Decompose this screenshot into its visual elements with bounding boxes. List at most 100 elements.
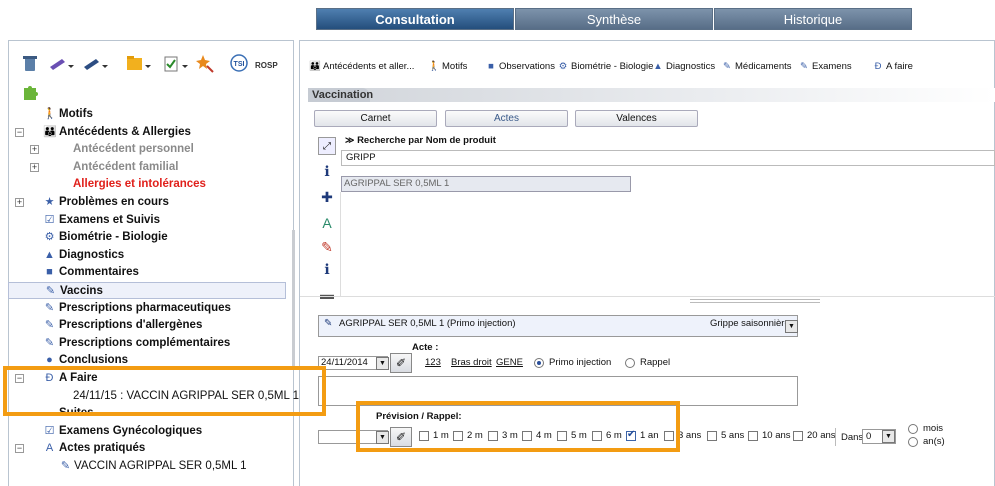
interval-checkbox[interactable] xyxy=(793,431,803,441)
tsi-icon[interactable]: TSI xyxy=(229,53,251,75)
toolbar-button[interactable]: ✎ Examens xyxy=(798,60,852,74)
toolbar-button[interactable]: ▲ Diagnostics xyxy=(652,60,715,74)
radio-mois[interactable] xyxy=(908,424,918,434)
examens-icon: ✎ xyxy=(800,61,808,72)
tree-item[interactable]: ☑ Examens et Suivis xyxy=(8,212,286,229)
navigation-tree: 🚶 Motifs − 👪 Antécédents & Allergies + Antécéd… xyxy=(8,106,299,486)
collapse-icon[interactable]: − xyxy=(15,127,24,137)
radio-ans-label: an(s) xyxy=(923,436,945,447)
tree-item[interactable]: + Antécédent personnel xyxy=(8,141,286,158)
toolbar-button[interactable]: 👪 Antécédents et aller... xyxy=(309,60,414,74)
star-magic-icon[interactable] xyxy=(194,53,216,75)
toolbar-button[interactable]: ■ Observations xyxy=(485,60,555,74)
rosp-icon[interactable]: ROSP xyxy=(255,61,278,70)
toolbar-button[interactable]: 🚶 Motifs xyxy=(428,60,467,74)
info-detail-icon[interactable]: ℹ xyxy=(318,260,336,278)
search-title: ≫ Recherche par Nom de produit xyxy=(345,135,496,146)
radio-ans[interactable] xyxy=(908,437,918,447)
pen-blue-icon[interactable] xyxy=(48,53,74,75)
search-input[interactable]: GRIPP xyxy=(341,150,995,166)
acte-location[interactable]: Bras droit xyxy=(451,357,492,368)
splitter-handle[interactable] xyxy=(690,299,820,303)
tab-consultation[interactable]: Consultation xyxy=(316,8,514,30)
left-scrollbar[interactable] xyxy=(292,230,295,370)
chevron-down-icon[interactable]: ▼ xyxy=(785,320,798,333)
tree-item[interactable]: 🚶 Motifs xyxy=(8,106,286,123)
tree-item[interactable]: ▲ Diagnostics xyxy=(8,247,286,264)
collapse-icon[interactable]: − xyxy=(15,444,24,454)
dans-select[interactable]: 0 ▼ xyxy=(862,429,896,444)
tree-item[interactable]: + Antécédent familial xyxy=(8,159,286,176)
tab-historique[interactable]: Historique xyxy=(714,8,912,30)
toolbar-button[interactable]: Ð A faire xyxy=(872,60,913,74)
tree-item[interactable]: ✎ Vaccins xyxy=(8,282,286,299)
interval-checkbox[interactable] xyxy=(707,431,717,441)
tree-item-label: Diagnostics xyxy=(59,248,125,261)
result-item[interactable]: AGRIPPAL SER 0,5ML 1 xyxy=(341,176,631,192)
product-select[interactable]: ✎ AGRIPPAL SER 0,5ML 1 (Primo injection)… xyxy=(318,315,798,337)
expand-icon[interactable]: + xyxy=(30,145,39,155)
actes-button[interactable]: Actes xyxy=(445,110,568,127)
tree-item-label: VACCIN AGRIPPAL SER 0,5ML 1 xyxy=(74,460,247,472)
checklist-icon[interactable] xyxy=(162,53,188,75)
toolbar-button-label: Motifs xyxy=(442,61,468,72)
info-icon[interactable]: ℹ xyxy=(318,162,336,180)
chevron-down-icon[interactable]: ≫ xyxy=(345,135,354,145)
trash-icon[interactable] xyxy=(20,53,42,75)
tree-item[interactable]: − A Actes pratiqués xyxy=(8,440,286,457)
chevron-down-icon[interactable]: ▼ xyxy=(376,357,389,370)
acte-code[interactable]: 123 xyxy=(425,357,441,368)
expand-icon[interactable]: ⤢ xyxy=(318,137,336,155)
more-icon[interactable]: ▬ xyxy=(318,285,336,303)
acte-icon[interactable]: A xyxy=(318,214,336,232)
vaccine-small-icon: ✎ xyxy=(60,460,71,472)
biometrie-icon: ⚙ xyxy=(44,231,55,244)
eraser-icon[interactable]: ✐ xyxy=(390,353,412,373)
radio-primo-injection[interactable] xyxy=(534,358,544,368)
search-title-label: Recherche par Nom de produit xyxy=(357,135,496,146)
carnet-button[interactable]: Carnet xyxy=(314,110,437,127)
tree-item[interactable]: + ★ Problèmes en cours xyxy=(8,194,286,211)
toolbar-button[interactable]: ✎ Médicaments xyxy=(721,60,791,74)
complementary-icon: ✎ xyxy=(44,336,55,349)
interval-checkbox[interactable] xyxy=(748,431,758,441)
tab-synthese[interactable]: Synthèse xyxy=(515,8,713,30)
vaccine-icon: ✎ xyxy=(45,285,56,297)
product-category: Grippe saisonnière xyxy=(710,318,790,329)
tree-item[interactable]: ⚙ Biométrie - Biologie xyxy=(8,229,286,246)
valences-button[interactable]: Valences xyxy=(575,110,698,127)
gyneco-icon: ☑ xyxy=(44,424,55,437)
observations-icon: ■ xyxy=(488,61,494,72)
toolbar-button-label: Biométrie - Biologie xyxy=(571,61,654,72)
tree-item[interactable]: ✎ Prescriptions pharmaceutiques xyxy=(8,300,286,317)
tree-item[interactable]: − 👪 Antécédents & Allergies xyxy=(8,124,286,141)
tree-item[interactable]: Allergies et intolérances xyxy=(8,176,286,193)
toolbar-button[interactable]: ⚙ Biométrie - Biologie xyxy=(557,60,654,74)
vaccination-header-bar xyxy=(308,88,995,102)
tree-item-label: Antécédent personnel xyxy=(73,143,194,156)
results-list xyxy=(340,192,995,296)
chevron-down-icon[interactable]: ▼ xyxy=(882,430,895,443)
expand-icon[interactable]: + xyxy=(30,162,39,172)
tree-item[interactable]: ✎ Prescriptions d'allergènes xyxy=(8,317,286,334)
pen-dark-icon[interactable] xyxy=(82,53,108,75)
antecedents-icon: 👪 xyxy=(309,61,321,72)
expand-icon[interactable]: + xyxy=(15,198,24,207)
tree-item-label: Examens et Suivis xyxy=(59,213,160,226)
tree-item[interactable]: ✎ VACCIN AGRIPPAL SER 0,5ML 1 xyxy=(8,458,286,475)
vaccination-header: Vaccination xyxy=(308,88,373,102)
puzzle-icon[interactable] xyxy=(21,82,43,104)
schedule-icon[interactable]: ✎ xyxy=(318,238,336,256)
add-icon[interactable]: ✚ xyxy=(318,188,336,206)
tree-item[interactable]: ✎ Prescriptions complémentaires xyxy=(8,335,286,352)
radio-rappel[interactable] xyxy=(625,358,635,368)
dans-label: Dans xyxy=(841,432,864,443)
acte-label: Acte : xyxy=(412,342,439,353)
acte-gene[interactable]: GENE xyxy=(496,357,523,368)
dans-value: 0 xyxy=(866,431,872,442)
folder-icon[interactable] xyxy=(125,53,151,75)
interval-label: 3 ans xyxy=(678,430,702,441)
tree-item[interactable]: ■ Commentaires xyxy=(8,264,286,281)
tree-item[interactable]: ☑ Examens Gynécologiques xyxy=(8,423,286,440)
tree-item-label: Examens Gynécologiques xyxy=(59,424,203,437)
